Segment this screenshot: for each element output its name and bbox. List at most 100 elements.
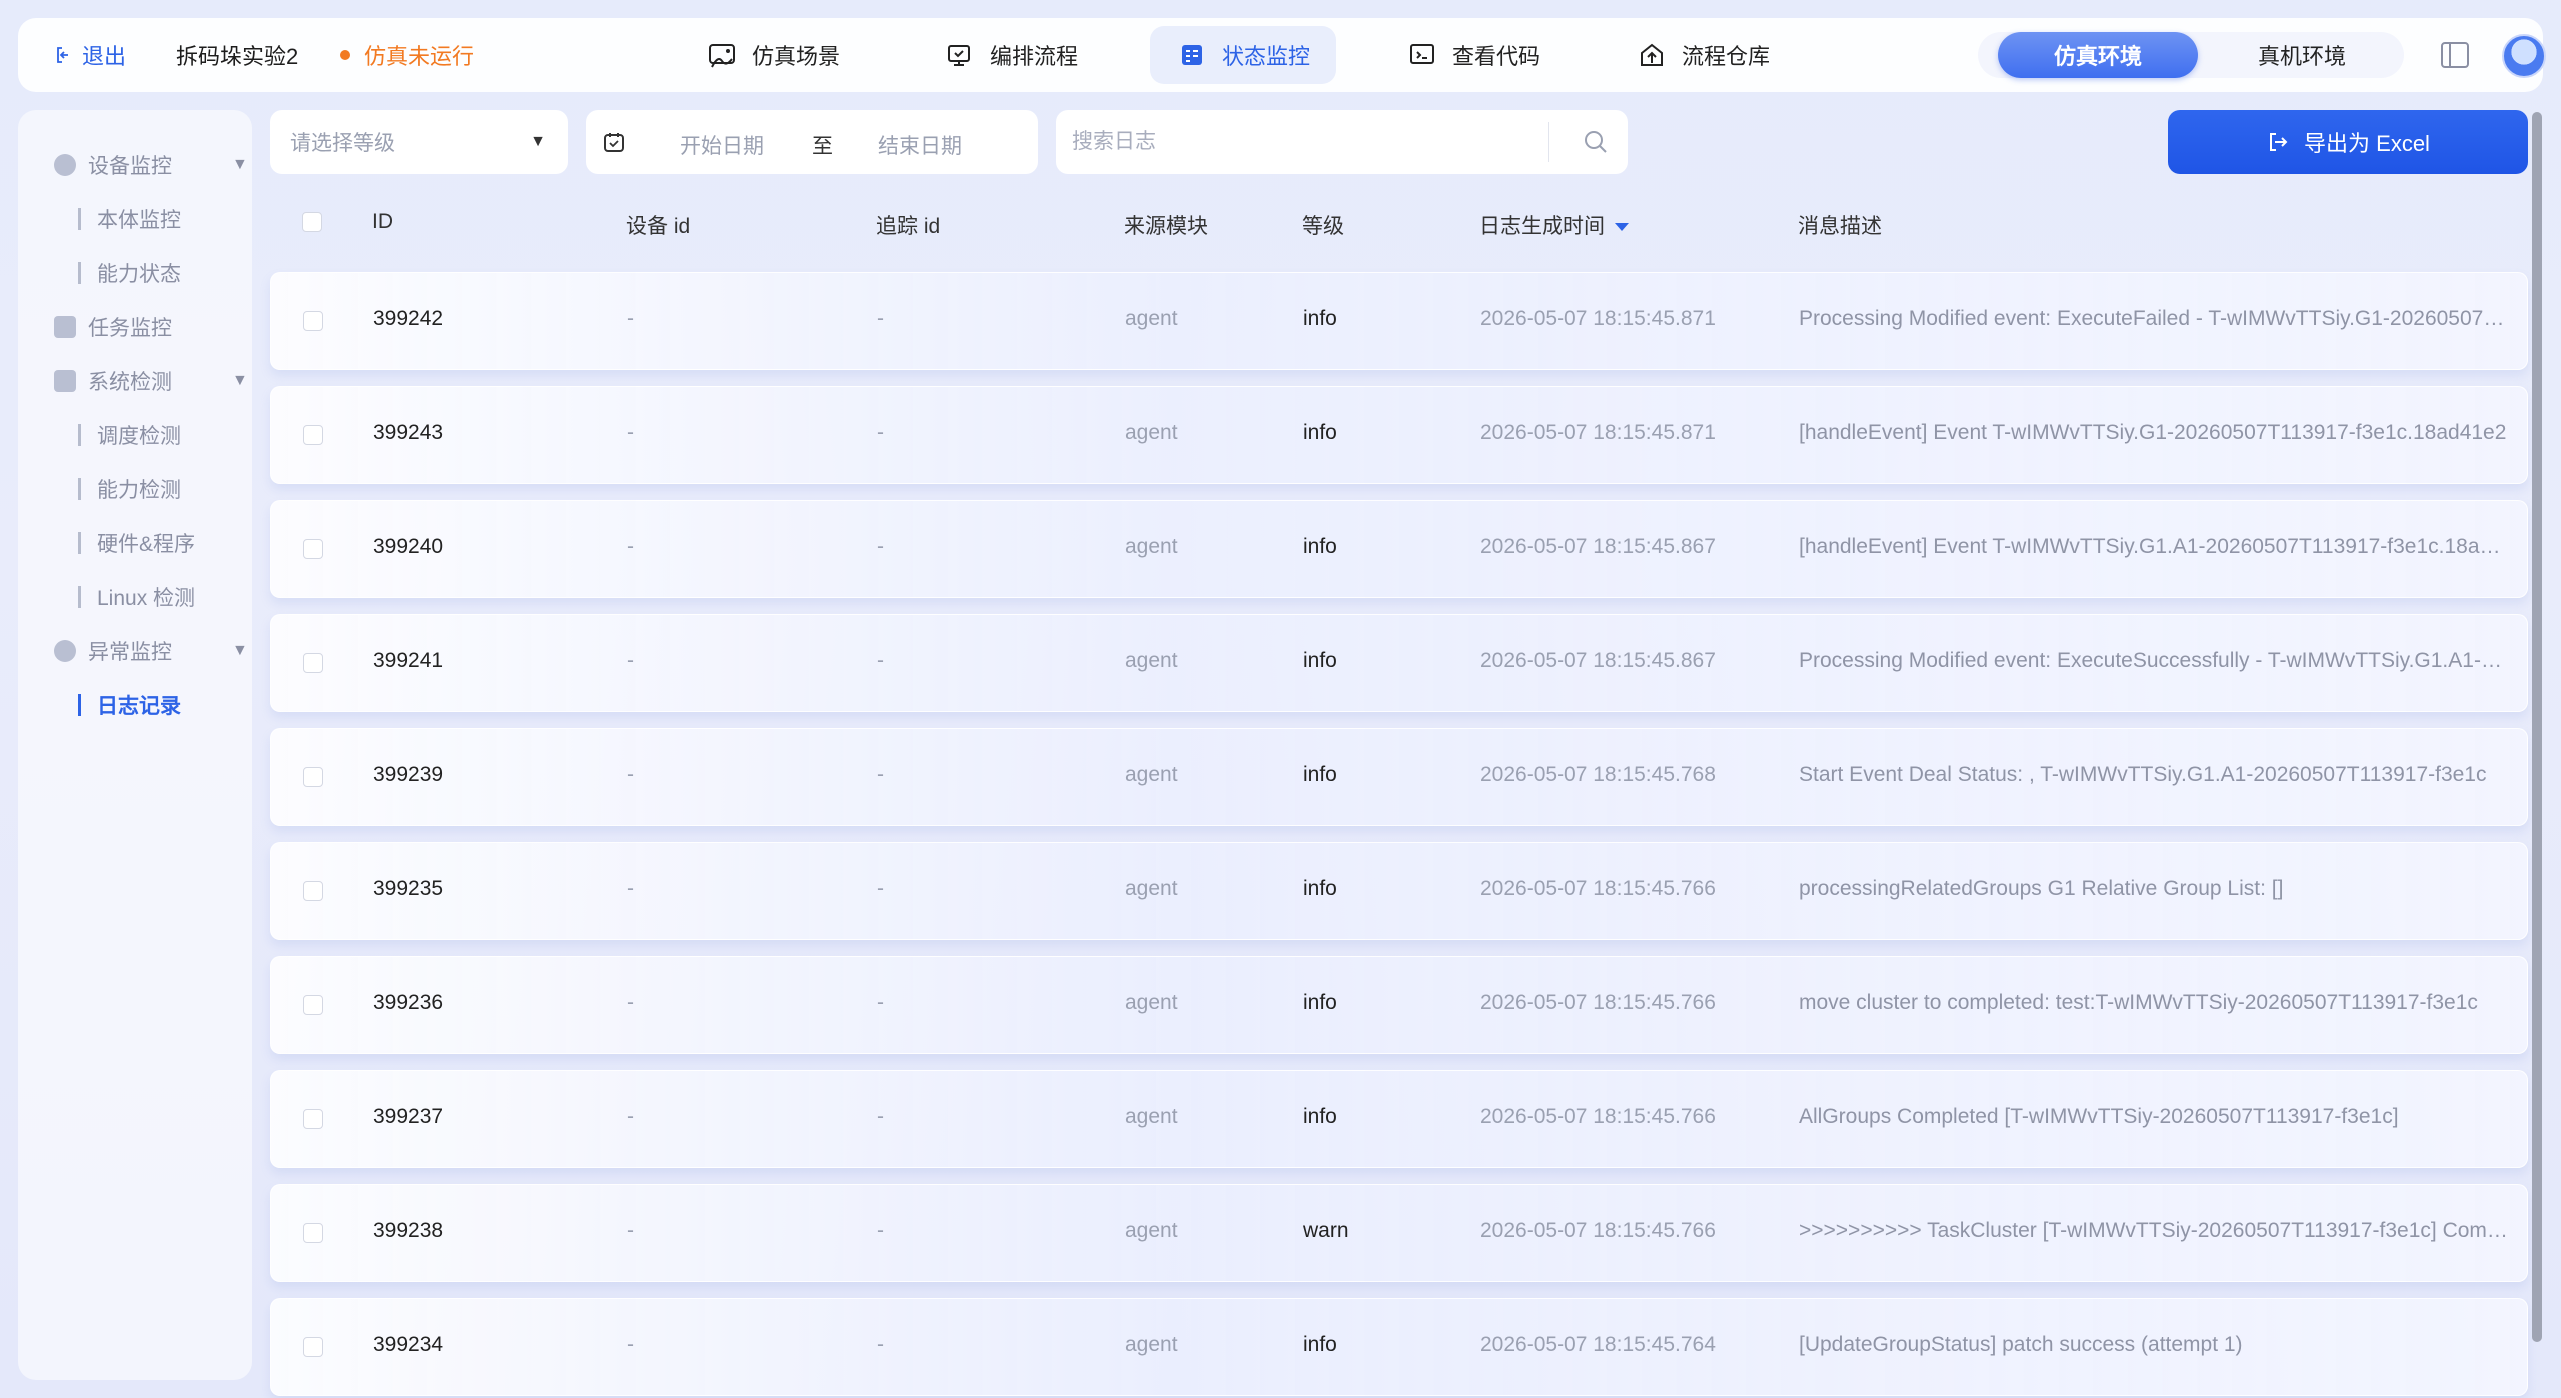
clipboard-icon xyxy=(54,316,76,338)
cell-source: agent xyxy=(1125,763,1178,786)
cell-level: info xyxy=(1303,535,1337,558)
table-row[interactable]: 399237 - - agent info 2026-05-07 18:15:4… xyxy=(270,1070,2528,1168)
cell-level: info xyxy=(1303,1105,1337,1128)
table-row[interactable]: 399236 - - agent info 2026-05-07 18:15:4… xyxy=(270,956,2528,1054)
column-header-level: 等级 xyxy=(1302,215,1344,238)
sidebar-item-log-records[interactable]: 日志记录 xyxy=(78,690,181,720)
cell-source: agent xyxy=(1125,1219,1178,1242)
search-icon[interactable] xyxy=(1582,128,1610,156)
item-marker xyxy=(78,586,81,608)
cell-source: agent xyxy=(1125,535,1178,558)
table-row[interactable]: 399240 - - agent info 2026-05-07 18:15:4… xyxy=(270,500,2528,598)
table-row[interactable]: 399242 - - agent info 2026-05-07 18:15:4… xyxy=(270,272,2528,370)
cell-time: 2026-05-07 18:15:45.768 xyxy=(1480,763,1716,786)
nav-tab-repo[interactable]: 流程仓库 xyxy=(1610,26,1796,84)
sidebar-item-linux[interactable]: Linux 检测 xyxy=(78,582,195,612)
cell-device-id: - xyxy=(627,991,634,1014)
export-label: 导出为 Excel xyxy=(2304,131,2430,156)
cell-device-id: - xyxy=(627,1105,634,1128)
cell-message: [handleEvent] Event T-wIMWvTTSiy.G1-2026… xyxy=(1799,421,2507,444)
run-status-label: 仿真未运行 xyxy=(364,44,475,69)
scrollbar-thumb[interactable] xyxy=(2532,112,2542,1342)
table-scrollbar[interactable] xyxy=(2532,112,2542,1342)
table-row[interactable]: 399234 - - agent info 2026-05-07 18:15:4… xyxy=(270,1298,2528,1396)
sidebar-item-hardware[interactable]: 硬件&程序 xyxy=(78,528,195,558)
cell-time: 2026-05-07 18:15:45.766 xyxy=(1480,1105,1716,1128)
cell-trace-id: - xyxy=(877,1333,884,1356)
nav-tab-code[interactable]: 查看代码 xyxy=(1380,26,1566,84)
cell-id: 399238 xyxy=(373,1219,444,1242)
cell-time: 2026-05-07 18:15:45.764 xyxy=(1480,1333,1716,1356)
sidebar-item-capability-status[interactable]: 能力状态 xyxy=(78,258,181,288)
cell-level: info xyxy=(1303,877,1337,900)
row-checkbox[interactable] xyxy=(303,653,323,673)
sidebar-item-scheduling[interactable]: 调度检测 xyxy=(78,420,181,450)
nav-tab-monitor[interactable]: 状态监控 xyxy=(1150,26,1337,84)
sim-env-button[interactable]: 仿真环境 xyxy=(1998,32,2198,78)
cell-trace-id: - xyxy=(877,307,884,330)
table-row[interactable]: 399239 - - agent info 2026-05-07 18:15:4… xyxy=(270,728,2528,826)
cell-message: move cluster to completed: test:T-wIMWvT… xyxy=(1799,991,2478,1014)
real-env-button[interactable]: 真机环境 xyxy=(2202,32,2402,78)
cell-level: warn xyxy=(1303,1219,1349,1242)
cell-id: 399239 xyxy=(373,763,444,786)
row-checkbox[interactable] xyxy=(303,311,323,331)
caret-down-icon: ▼ xyxy=(232,156,248,173)
cell-message: >>>>>>>>>> TaskCluster [T-wIMWvTTSiy-202… xyxy=(1799,1219,2509,1242)
row-checkbox[interactable] xyxy=(303,995,323,1015)
sidebar-group-task[interactable]: 任务监控 xyxy=(54,312,172,342)
level-select-placeholder: 请选择等级 xyxy=(290,132,395,155)
sidebar-item-capability-check[interactable]: 能力检测 xyxy=(78,474,181,504)
cell-level: info xyxy=(1303,421,1337,444)
date-range-picker[interactable]: 开始日期 至 结束日期 xyxy=(586,110,1038,174)
cell-level: info xyxy=(1303,307,1337,330)
table-row[interactable]: 399235 - - agent info 2026-05-07 18:15:4… xyxy=(270,842,2528,940)
export-excel-button[interactable]: 导出为 Excel xyxy=(2168,110,2528,174)
pie-chart-icon xyxy=(54,154,76,176)
user-avatar[interactable] xyxy=(2502,34,2546,78)
start-date-input[interactable]: 开始日期 xyxy=(680,130,764,160)
row-checkbox[interactable] xyxy=(303,1337,323,1357)
nav-tab-label: 查看代码 xyxy=(1452,44,1541,69)
table-row[interactable]: 399241 - - agent info 2026-05-07 18:15:4… xyxy=(270,614,2528,712)
row-checkbox[interactable] xyxy=(303,767,323,787)
row-checkbox[interactable] xyxy=(303,1109,323,1129)
table-row[interactable]: 399238 - - agent warn 2026-05-07 18:15:4… xyxy=(270,1184,2528,1282)
cell-source: agent xyxy=(1125,1333,1178,1356)
cell-time: 2026-05-07 18:15:45.871 xyxy=(1480,307,1716,330)
item-marker xyxy=(78,532,81,554)
cell-id: 399240 xyxy=(373,535,444,558)
sidebar-item-body[interactable]: 本体监控 xyxy=(78,204,181,234)
row-checkbox[interactable] xyxy=(303,881,323,901)
cell-message: Start Event Deal Status: , T-wIMWvTTSiy.… xyxy=(1799,763,2487,786)
nav-tab-scene[interactable]: 仿真场景 xyxy=(680,26,866,84)
row-checkbox[interactable] xyxy=(303,539,323,559)
nav-tab-flow[interactable]: 编排流程 xyxy=(918,26,1104,84)
sidebar-item-label: 能力检测 xyxy=(97,479,181,502)
project-name: 拆码垛实验2 xyxy=(176,44,299,69)
table-row[interactable]: 399243 - - agent info 2026-05-07 18:15:4… xyxy=(270,386,2528,484)
sidebar-group-exception[interactable]: 异常监控 ▼ xyxy=(54,636,248,666)
row-checkbox[interactable] xyxy=(303,1223,323,1243)
sort-desc-icon[interactable] xyxy=(1615,223,1629,232)
exit-button[interactable]: 退出 xyxy=(54,39,126,71)
search-input[interactable] xyxy=(1072,124,1552,160)
cell-id: 399242 xyxy=(373,307,444,330)
sidebar-group-system[interactable]: 系统检测 ▼ xyxy=(54,366,248,396)
end-date-input[interactable]: 结束日期 xyxy=(878,130,962,160)
cell-source: agent xyxy=(1125,1105,1178,1128)
cell-message: AllGroups Completed [T-wIMWvTTSiy-202605… xyxy=(1799,1105,2399,1128)
sidebar-group-device[interactable]: 设备监控 ▼ xyxy=(54,150,248,180)
caret-down-icon: ▼ xyxy=(232,372,248,389)
alert-icon xyxy=(54,640,76,662)
select-all-checkbox[interactable] xyxy=(302,212,322,232)
cell-trace-id: - xyxy=(877,877,884,900)
layout-icon[interactable] xyxy=(2438,38,2472,72)
level-select[interactable]: 请选择等级 ▼ xyxy=(270,110,568,174)
row-checkbox[interactable] xyxy=(303,425,323,445)
cell-source: agent xyxy=(1125,421,1178,444)
column-header-time[interactable]: 日志生成时间 xyxy=(1479,210,1629,240)
repo-icon xyxy=(1641,43,1663,66)
cell-id: 399234 xyxy=(373,1333,444,1356)
nav-tab-label: 状态监控 xyxy=(1222,44,1311,69)
